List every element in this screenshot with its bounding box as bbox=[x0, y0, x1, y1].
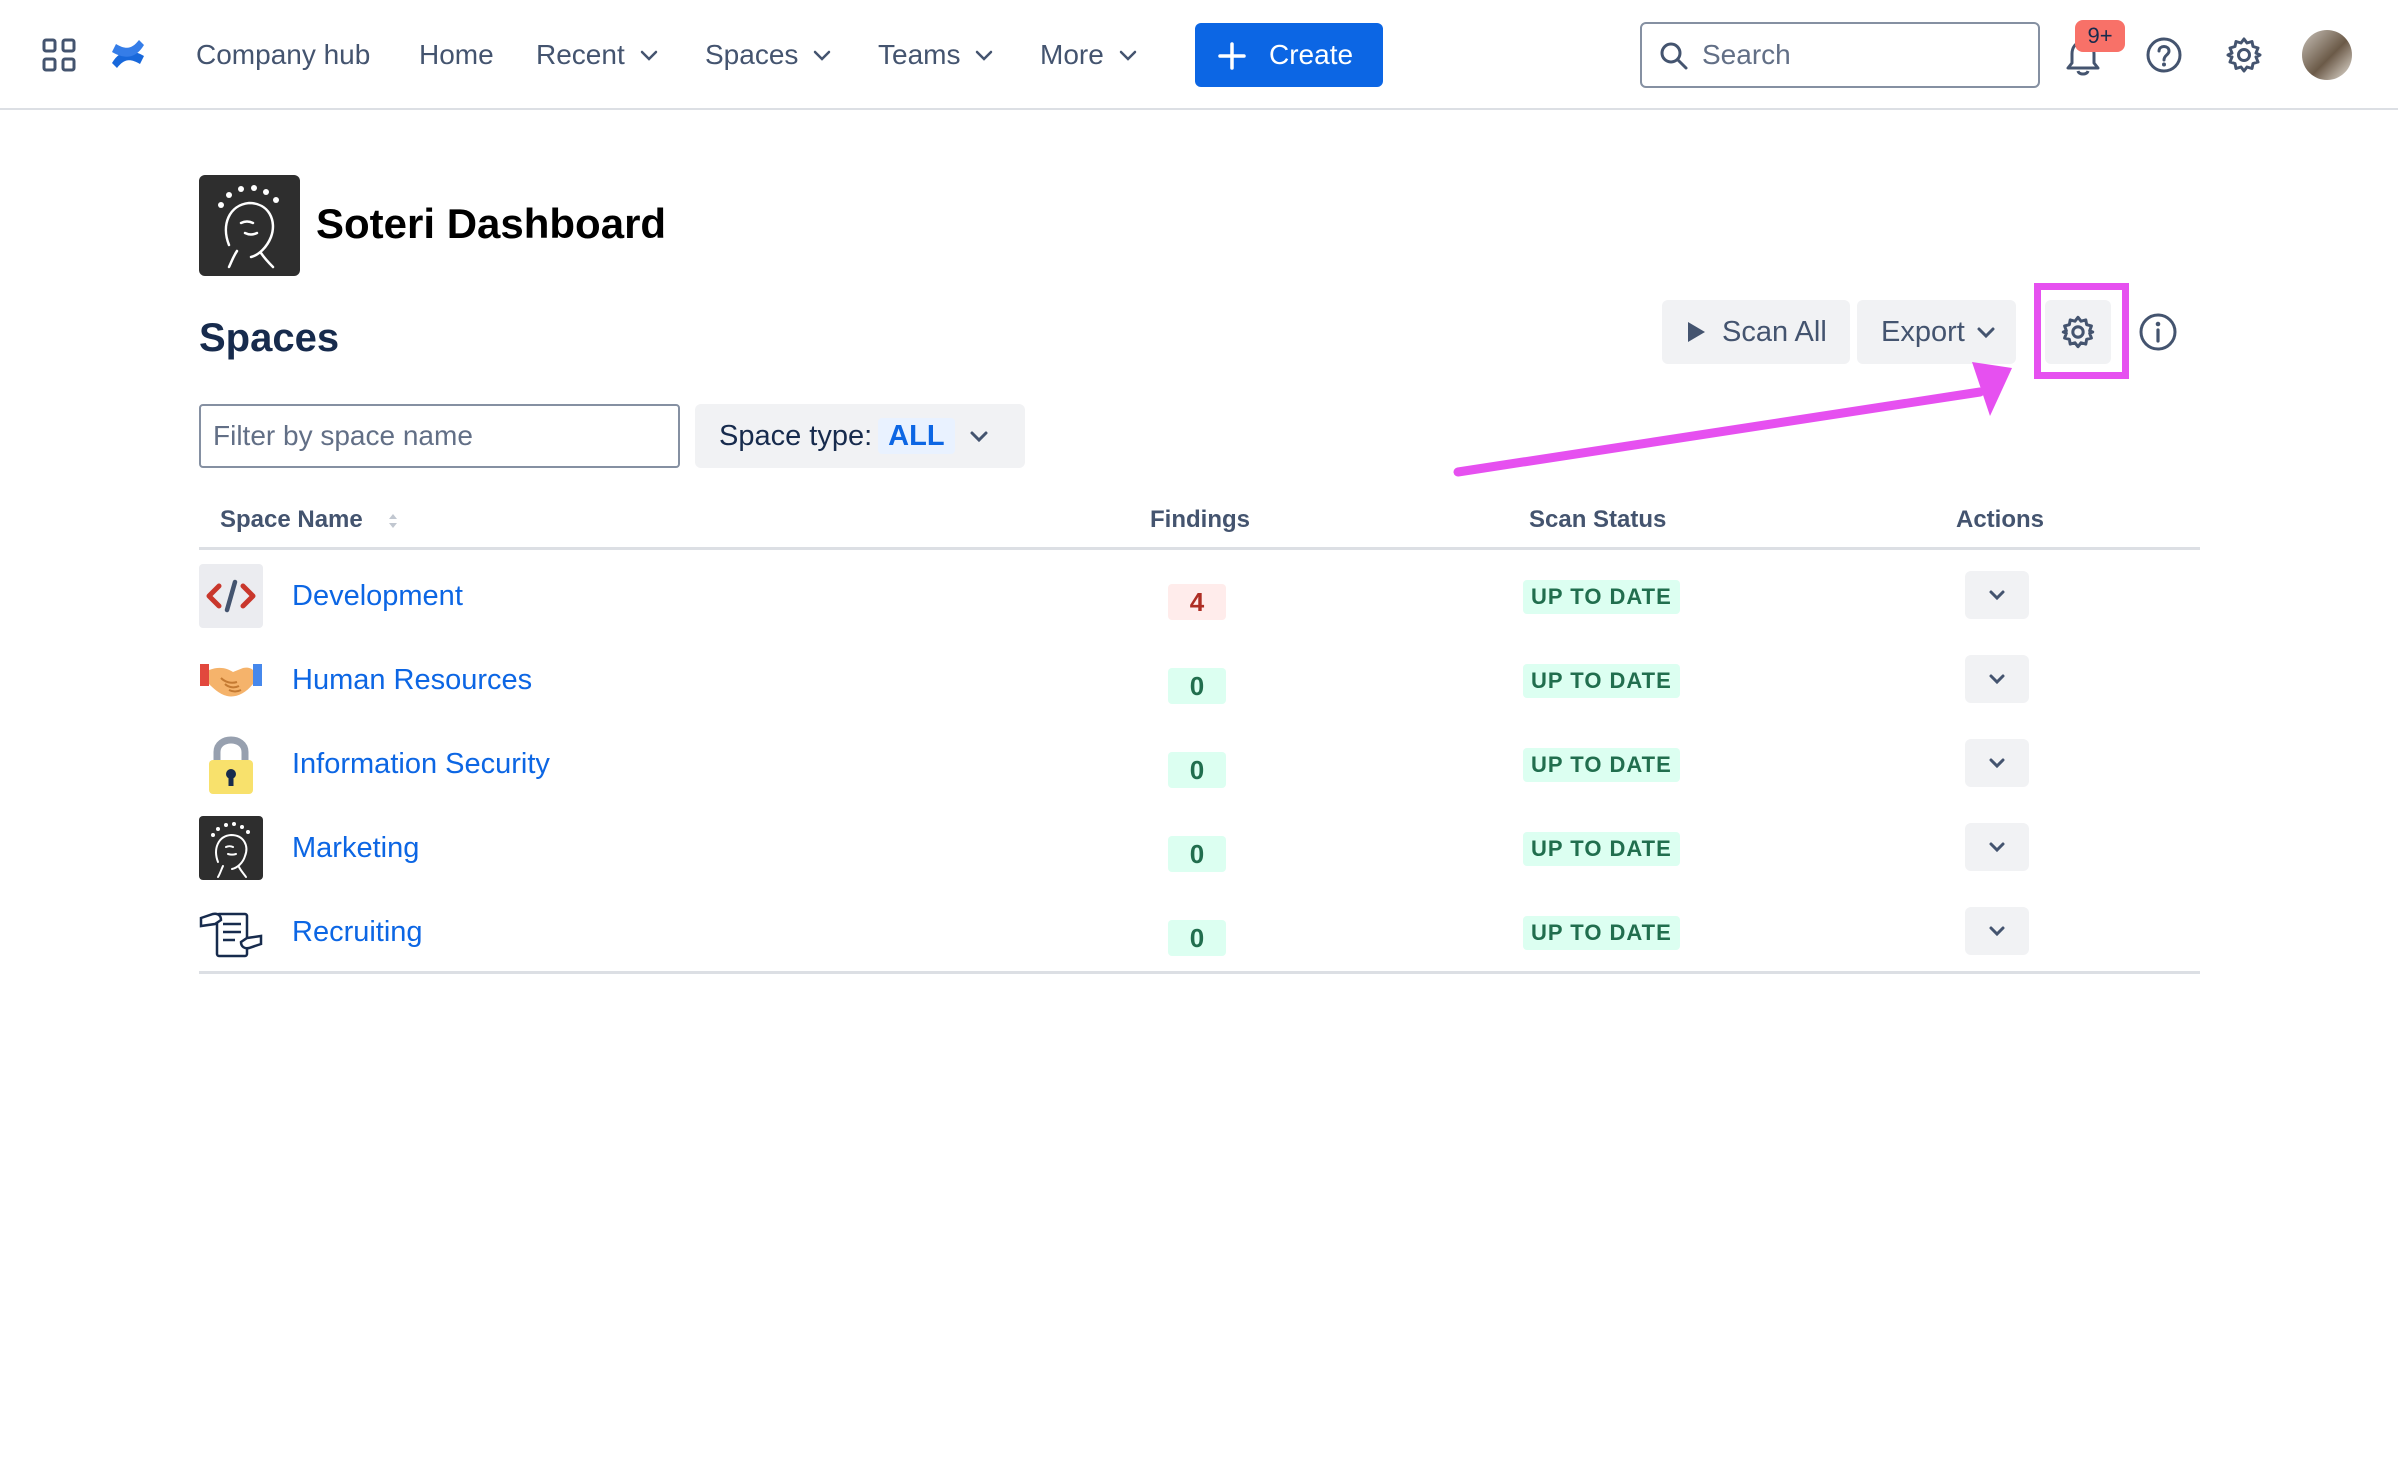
sort-icon bbox=[388, 513, 397, 528]
row-actions-dropdown[interactable] bbox=[1965, 907, 2029, 955]
info-icon[interactable] bbox=[2137, 311, 2179, 353]
table-row: Human Resources 0 UP TO DATE bbox=[199, 638, 2200, 722]
table-row: Recruiting 0 UP TO DATE bbox=[199, 890, 2200, 974]
chevron-down-icon bbox=[970, 431, 988, 443]
nav-link-label: More bbox=[1040, 39, 1104, 70]
status-badge: UP TO DATE bbox=[1523, 580, 1680, 614]
code-icon bbox=[199, 564, 263, 628]
table-row: Development 4 UP TO DATE bbox=[199, 554, 2200, 638]
row-actions-dropdown[interactable] bbox=[1965, 823, 2029, 871]
nav-link-label: Recent bbox=[536, 39, 625, 70]
handshake-icon bbox=[199, 648, 263, 712]
user-avatar[interactable] bbox=[2302, 30, 2352, 80]
nav-link-label: Spaces bbox=[705, 39, 799, 70]
space-link[interactable]: Development bbox=[292, 580, 463, 613]
create-button-label: Create bbox=[1269, 39, 1354, 70]
export-dropdown-button[interactable]: Export bbox=[1857, 300, 2016, 364]
chevron-down-icon bbox=[1989, 590, 2005, 601]
recruiting-icon bbox=[199, 900, 263, 964]
space-type-select[interactable]: Space type: ALL bbox=[695, 404, 1025, 468]
nav-more-dropdown[interactable]: More bbox=[1040, 30, 1138, 80]
findings-count-badge: 0 bbox=[1168, 752, 1226, 788]
help-icon[interactable] bbox=[2142, 33, 2186, 77]
soteri-logo-icon bbox=[199, 175, 300, 276]
column-header-label: Space Name bbox=[220, 506, 363, 533]
column-header-scan-status: Scan Status bbox=[1529, 506, 1667, 533]
nav-teams-dropdown[interactable]: Teams bbox=[878, 30, 994, 80]
confluence-logo-icon[interactable] bbox=[108, 34, 148, 74]
chevron-down-icon bbox=[814, 50, 831, 61]
top-navigation-bar: Company hub Home Recent Spaces Teams Mor… bbox=[0, 0, 2398, 110]
search-icon bbox=[1660, 42, 1688, 70]
space-name-filter[interactable] bbox=[199, 404, 680, 468]
filter-input[interactable] bbox=[213, 416, 663, 456]
search-input[interactable] bbox=[1702, 34, 2022, 76]
nav-link-label: Home bbox=[419, 39, 494, 70]
status-badge: UP TO DATE bbox=[1523, 748, 1680, 782]
space-type-value: ALL bbox=[878, 418, 955, 454]
soteri-logo-icon bbox=[199, 816, 263, 880]
table-header-divider bbox=[199, 547, 2200, 550]
row-actions-dropdown[interactable] bbox=[1965, 655, 2029, 703]
chevron-down-icon bbox=[1989, 842, 2005, 853]
nav-recent-dropdown[interactable]: Recent bbox=[536, 30, 659, 80]
status-badge: UP TO DATE bbox=[1523, 664, 1680, 698]
export-label: Export bbox=[1881, 316, 1965, 348]
annotation-arrow-icon bbox=[1453, 362, 2012, 477]
status-badge: UP TO DATE bbox=[1523, 916, 1680, 950]
table-row: Information Security 0 UP TO DATE bbox=[199, 722, 2200, 806]
section-title-spaces: Spaces bbox=[199, 316, 340, 360]
nav-link-label: Teams bbox=[878, 39, 961, 70]
notifications-count-badge: 9+ bbox=[2075, 20, 2125, 52]
global-search[interactable] bbox=[1640, 22, 2040, 88]
nav-home-link[interactable]: Home bbox=[419, 30, 494, 80]
chevron-down-icon bbox=[1989, 758, 2005, 769]
findings-count-badge: 4 bbox=[1168, 584, 1226, 620]
create-button[interactable]: Create bbox=[1195, 23, 1383, 87]
table-footer-divider bbox=[199, 971, 2200, 974]
nav-spaces-dropdown[interactable]: Spaces bbox=[705, 30, 832, 80]
chevron-down-icon bbox=[1977, 327, 1995, 339]
row-actions-dropdown[interactable] bbox=[1965, 739, 2029, 787]
chevron-down-icon bbox=[1989, 926, 2005, 937]
column-header-actions: Actions bbox=[1956, 506, 2045, 533]
table-row: Marketing 0 UP TO DATE bbox=[199, 806, 2200, 890]
findings-count-badge: 0 bbox=[1168, 920, 1226, 956]
padlock-icon bbox=[199, 732, 263, 796]
findings-count-badge: 0 bbox=[1168, 836, 1226, 872]
column-header-findings: Findings bbox=[1150, 506, 1250, 533]
settings-gear-icon[interactable] bbox=[2222, 33, 2266, 77]
chevron-down-icon bbox=[1119, 50, 1137, 61]
status-badge: UP TO DATE bbox=[1523, 832, 1680, 866]
scan-all-button[interactable]: Scan All bbox=[1662, 300, 1850, 364]
findings-count-badge: 0 bbox=[1168, 668, 1226, 704]
space-type-label: Space type: bbox=[719, 420, 873, 452]
column-header-space-name[interactable]: Space Name bbox=[220, 506, 399, 534]
chevron-down-icon bbox=[976, 50, 993, 61]
scan-all-label: Scan All bbox=[1722, 316, 1827, 348]
page-title: Soteri Dashboard bbox=[316, 200, 667, 247]
space-link[interactable]: Recruiting bbox=[292, 916, 423, 949]
nav-link-label: Company hub bbox=[196, 39, 371, 70]
app-switcher-grid-icon[interactable] bbox=[42, 38, 76, 72]
space-link[interactable]: Information Security bbox=[292, 748, 550, 781]
plus-icon bbox=[1218, 42, 1246, 70]
space-link[interactable]: Human Resources bbox=[292, 664, 532, 697]
play-icon bbox=[1688, 322, 1705, 342]
chevron-down-icon bbox=[1989, 674, 2005, 685]
chevron-down-icon bbox=[640, 50, 657, 61]
row-actions-dropdown[interactable] bbox=[1965, 571, 2029, 619]
space-link[interactable]: Marketing bbox=[292, 832, 419, 865]
nav-company-hub-link[interactable]: Company hub bbox=[196, 30, 370, 80]
